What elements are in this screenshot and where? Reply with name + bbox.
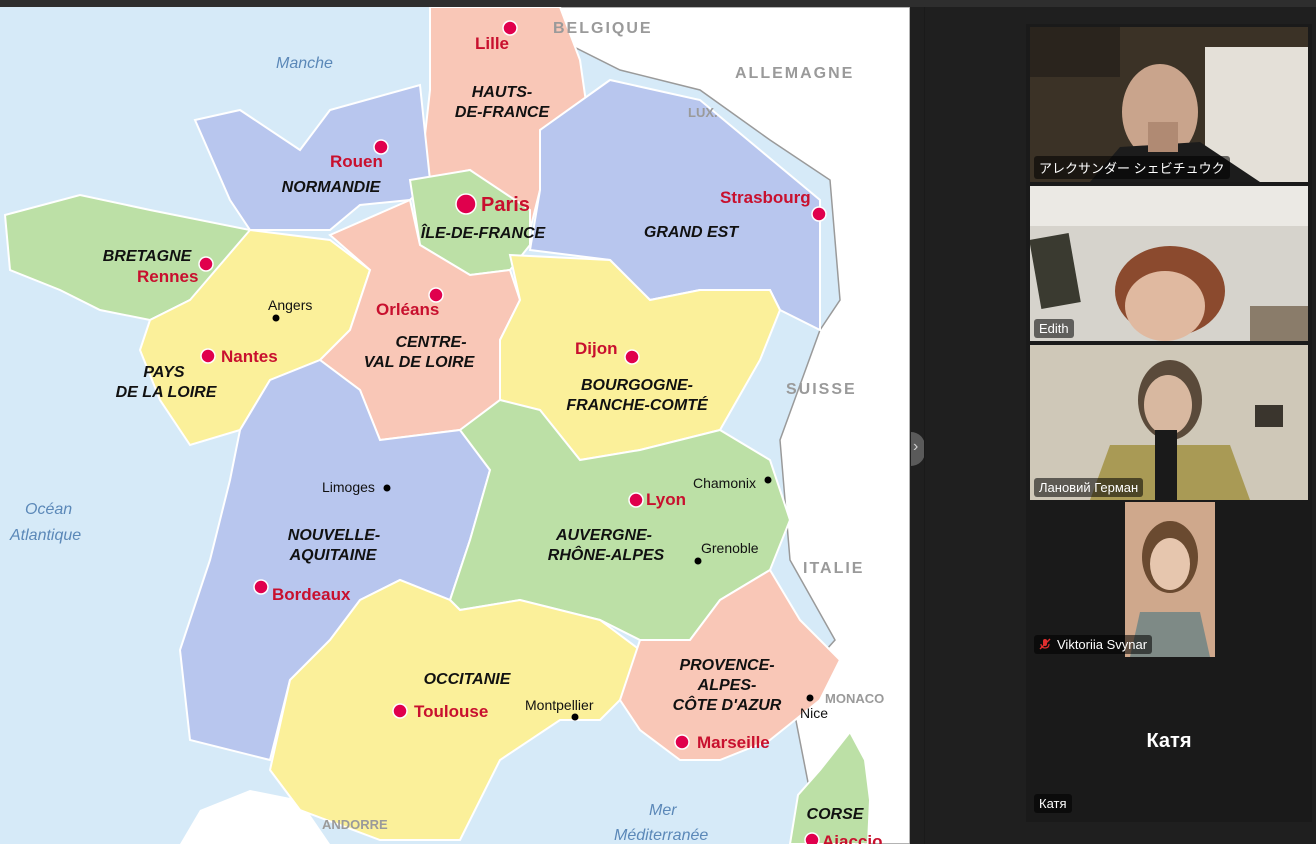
capital-dot-nantes xyxy=(200,348,216,364)
capital-label-rennes: Rennes xyxy=(137,267,198,286)
region-label-centre-1: CENTRE- xyxy=(395,334,466,351)
region-label-provence-3: CÔTE D'AZUR xyxy=(673,695,782,714)
country-label-lux: LUX. xyxy=(688,105,718,120)
capital-dot-bordeaux xyxy=(253,579,269,595)
city-dot-angers xyxy=(272,314,280,322)
participant-name-tag: Лановий Герман xyxy=(1034,478,1144,497)
region-label-bretagne: BRETAGNE xyxy=(103,248,193,265)
participant-tile-1[interactable]: アレクサンダー シェビチュウク xyxy=(1030,27,1308,182)
capital-label-orleans: Orléans xyxy=(376,300,439,319)
city-dot-limoges xyxy=(383,484,391,492)
country-label-andorre: ANDORRE xyxy=(322,817,388,832)
microphone-muted-icon xyxy=(1039,638,1051,650)
capital-dot-ajaccio xyxy=(804,832,820,844)
city-label-nice: Nice xyxy=(800,705,828,721)
region-label-auvergne-1: AUVERGNE- xyxy=(555,527,652,544)
country-label-monaco: MONACO xyxy=(825,691,884,706)
city-label-chamonix: Chamonix xyxy=(693,475,756,491)
region-label-auvergne-2: RHÔNE-ALPES xyxy=(548,545,665,564)
participant-video-4 xyxy=(1125,502,1215,657)
france-regions-map: Manche Océan Atlantique Mer Méditerranée… xyxy=(0,7,910,844)
region-label-hauts-2: DE-FRANCE xyxy=(455,104,551,121)
region-label-idf: ÎLE-DE-FRANCE xyxy=(421,223,547,242)
participant-tile-3[interactable]: Лановий Герман xyxy=(1030,345,1308,500)
capital-label-marseille: Marseille xyxy=(697,733,770,752)
capital-dot-lyon xyxy=(628,492,644,508)
participant-video-2 xyxy=(1030,186,1308,341)
region-label-corse: CORSE xyxy=(807,806,865,823)
participant-tile-2-active-speaker[interactable]: Edith xyxy=(1030,186,1308,341)
sea-label-mer-2: Méditerranée xyxy=(614,827,708,844)
participant-name-tag: Катя xyxy=(1034,794,1072,813)
participant-gallery: アレクサンダー シェビチュウク Edith Лановий Герман Vik… xyxy=(1026,24,1312,822)
participant-name-tag: アレクサンダー シェビチュウク xyxy=(1034,156,1230,179)
shared-screen[interactable]: Manche Océan Atlantique Mer Méditerranée… xyxy=(0,7,910,844)
capital-label-rouen: Rouen xyxy=(330,152,383,171)
top-toolbar-strip xyxy=(0,0,1316,7)
capital-dot-lille xyxy=(502,20,518,36)
panel-divider xyxy=(924,7,925,844)
city-label-grenoble: Grenoble xyxy=(701,540,759,556)
capital-label-ajaccio: Ajaccio xyxy=(822,832,882,844)
region-label-pays-1: PAYS xyxy=(143,364,185,381)
capital-dot-dijon xyxy=(624,349,640,365)
capital-label-paris: Paris xyxy=(481,194,530,216)
participant-tile-5-no-video[interactable]: Катя Катя xyxy=(1030,660,1308,816)
participant-tile-4[interactable]: Viktoriia Svynar xyxy=(1030,502,1308,657)
capital-dot-paris xyxy=(455,193,477,215)
country-label-suisse: SUISSE xyxy=(786,381,857,398)
capital-dot-marseille xyxy=(674,734,690,750)
region-label-bourgogne-2: FRANCHE-COMTÉ xyxy=(566,395,709,414)
capital-dot-toulouse xyxy=(392,703,408,719)
capital-label-bordeaux: Bordeaux xyxy=(272,585,351,604)
region-label-nouvelle-1: NOUVELLE- xyxy=(288,527,380,544)
sea-label-ocean-1: Océan xyxy=(25,501,72,518)
region-label-pays-2: DE LA LOIRE xyxy=(116,384,218,401)
city-label-montpellier: Montpellier xyxy=(525,697,594,713)
capital-dot-rennes xyxy=(198,256,214,272)
participant-name-text: Viktoriia Svynar xyxy=(1057,637,1148,652)
sea-label-manche: Manche xyxy=(276,55,333,72)
capital-label-dijon: Dijon xyxy=(575,339,618,358)
city-dot-chamonix xyxy=(764,476,772,484)
participant-name-tag: Edith xyxy=(1034,319,1074,338)
region-label-provence-1: PROVENCE- xyxy=(679,657,774,674)
capital-label-strasbourg: Strasbourg xyxy=(720,188,811,207)
country-label-allemagne: ALLEMAGNE xyxy=(735,65,854,82)
city-dot-grenoble xyxy=(694,557,702,565)
participant-name-tag: Viktoriia Svynar xyxy=(1034,635,1153,654)
panel-collapse-handle[interactable] xyxy=(911,432,925,466)
capital-label-lille: Lille xyxy=(475,34,509,53)
region-label-centre-2: VAL DE LOIRE xyxy=(364,354,476,371)
region-label-bourgogne-1: BOURGOGNE- xyxy=(581,377,693,394)
participant-video-3 xyxy=(1030,345,1308,500)
country-label-belgique: BELGIQUE xyxy=(553,20,653,37)
city-dot-montpellier xyxy=(571,713,579,721)
capital-label-toulouse: Toulouse xyxy=(414,702,488,721)
sea-label-mer-1: Mer xyxy=(649,802,677,819)
region-label-occitanie: OCCITANIE xyxy=(424,671,512,688)
capital-dot-strasbourg xyxy=(811,206,827,222)
city-dot-nice xyxy=(806,694,814,702)
sea-label-ocean-2: Atlantique xyxy=(9,527,81,544)
capital-label-lyon: Lyon xyxy=(646,490,686,509)
region-label-hauts-1: HAUTS- xyxy=(472,84,532,101)
country-label-italie: ITALIE xyxy=(803,560,864,577)
city-label-angers: Angers xyxy=(268,297,312,313)
region-label-nouvelle-2: AQUITAINE xyxy=(289,547,378,564)
region-label-provence-2: ALPES- xyxy=(697,677,757,694)
city-label-limoges: Limoges xyxy=(322,479,375,495)
region-label-grand-est: GRAND EST xyxy=(644,224,739,241)
capital-label-nantes: Nantes xyxy=(221,347,278,366)
participant-display-name: Катя xyxy=(1146,730,1192,752)
region-label-normandie: NORMANDIE xyxy=(282,179,382,196)
